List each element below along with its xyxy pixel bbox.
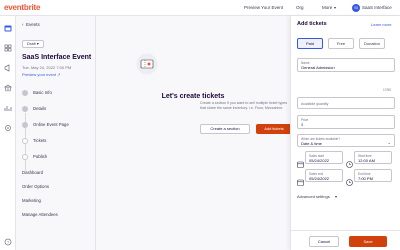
add-tickets-panel: Add tickets Learn more Paid Free Donatio…	[290, 16, 400, 250]
empty-state-description: Create a section if you want to sell mul…	[200, 101, 290, 111]
field-label: Sales start	[309, 153, 325, 158]
description-line: that share the same inventory. i.e. Floo…	[200, 106, 284, 110]
more-menu[interactable]: More	[322, 5, 332, 10]
nav-manage-attendees[interactable]: Manage Attendees	[22, 212, 58, 217]
eventbrite-logo[interactable]: eventbrite	[4, 3, 40, 12]
help-icon[interactable]: ?	[4, 238, 12, 246]
chevron-left-icon: ‹	[22, 22, 24, 27]
megaphone-icon[interactable]	[4, 64, 12, 72]
end-time-field[interactable]: End time 7:00 PM	[354, 169, 392, 182]
step-status-icon	[22, 90, 28, 96]
field-value: 05/24/2022	[309, 176, 330, 181]
step-tickets[interactable]: Tickets	[22, 138, 46, 144]
step-details[interactable]: Details	[22, 106, 46, 112]
step-label: Publish	[33, 154, 48, 160]
icon-rail: ?	[0, 16, 16, 250]
availability-select[interactable]: When are tickets available? Date & time …	[297, 134, 395, 147]
step-publish[interactable]: Publish	[22, 154, 47, 160]
step-status-icon	[22, 138, 28, 144]
ticket-type-donation[interactable]: Donation	[359, 38, 385, 49]
save-button[interactable]: Save	[349, 236, 387, 247]
calendar-icon	[297, 173, 304, 186]
status-dropdown[interactable]: Draft ▾	[22, 40, 44, 48]
ticket-name-field[interactable]: Name General Admission	[297, 58, 395, 72]
chevron-down-icon: ▾	[335, 194, 338, 199]
step-status-icon	[22, 154, 28, 160]
character-counter: 17/50	[383, 88, 391, 92]
field-value: 12:00 AM	[358, 158, 375, 163]
cancel-button[interactable]: Cancel	[309, 236, 339, 247]
grid-icon[interactable]	[4, 44, 12, 52]
ticket-type-paid[interactable]: Paid	[297, 38, 323, 49]
clock-icon	[346, 173, 353, 186]
field-value: 7:00 PM	[358, 176, 373, 181]
panel-title: Add tickets	[297, 21, 327, 27]
field-value: 05/24/2022	[309, 158, 330, 163]
learn-more-link[interactable]: Learn more	[371, 22, 391, 27]
event-sidebar: ‹ Events Draft ▾ SaaS Interface Event Tu…	[16, 16, 96, 250]
step-label: Basic Info	[33, 90, 52, 96]
bank-icon[interactable]	[4, 84, 12, 92]
chevron-down-icon: ▾	[334, 5, 337, 10]
step-status-icon	[22, 122, 28, 128]
user-name[interactable]: SaaS Interface	[362, 5, 392, 10]
step-online-event-page[interactable]: Online Event Page	[22, 122, 69, 128]
nav-marketing[interactable]: Marketing	[22, 198, 41, 203]
back-to-events-link[interactable]: ‹ Events	[22, 22, 40, 27]
step-status-icon	[22, 106, 28, 112]
price-field[interactable]: Price $	[297, 115, 395, 129]
settings-icon[interactable]	[4, 124, 12, 132]
sales-start-date-field[interactable]: Sales start 05/24/2022	[305, 151, 343, 164]
step-label: Online Event Page	[33, 122, 69, 128]
start-time-field[interactable]: Start time 12:00 AM	[354, 151, 392, 164]
chart-icon[interactable]	[4, 104, 12, 112]
step-label: Details	[33, 106, 47, 112]
preview-your-event-link[interactable]: Preview Your Event	[244, 5, 283, 10]
ticket-type-free[interactable]: Free	[328, 38, 354, 49]
nav-dashboard[interactable]: Dashboard	[22, 170, 43, 175]
avatar[interactable]: SI	[352, 4, 360, 12]
ticket-illustration-icon	[136, 53, 158, 75]
field-label: End time	[358, 171, 371, 176]
field-value: Date & time	[301, 141, 322, 146]
panel-footer: Cancel Save	[291, 230, 400, 250]
svg-text:?: ?	[7, 240, 10, 245]
preview-event-link[interactable]: Preview your event ↗	[22, 72, 61, 77]
event-date: Tue, May 24, 2022 7:00 PM	[22, 65, 72, 70]
external-link-icon: ↗	[57, 72, 61, 77]
field-label: Sales end	[309, 171, 324, 176]
calendar-icon	[297, 155, 304, 168]
create-section-button[interactable]: Create a section	[200, 124, 250, 134]
field-label: When are tickets available?	[301, 136, 340, 141]
advanced-settings-toggle[interactable]: Advanced settings	[297, 194, 330, 199]
org-link[interactable]: Org	[296, 5, 304, 10]
preview-event-label: Preview your event	[22, 72, 57, 77]
clock-icon	[346, 155, 353, 168]
sales-end-date-field[interactable]: Sales end 05/24/2022	[305, 169, 343, 182]
top-bar: eventbrite Preview Your Event Org More ▾…	[0, 0, 400, 16]
step-label: Tickets	[33, 138, 47, 144]
chevron-down-icon: ▾	[36, 41, 39, 46]
field-label: Start time	[358, 153, 372, 158]
add-tickets-button[interactable]: Add tickets	[256, 124, 292, 134]
event-title: SaaS Interface Event	[22, 54, 92, 61]
nav-order-options[interactable]: Order Options	[22, 184, 49, 189]
chevron-down-icon: ⌄	[387, 140, 391, 145]
field-value: General Admission	[301, 65, 335, 70]
status-label: Draft	[27, 41, 36, 46]
back-label: Events	[26, 22, 40, 27]
field-placeholder: $	[301, 122, 304, 127]
empty-state-title: Let's create tickets	[161, 93, 225, 100]
calendar-icon[interactable]	[4, 24, 12, 32]
available-quantity-field[interactable]: Available quantity	[297, 97, 395, 109]
field-placeholder: Available quantity	[301, 102, 329, 106]
step-basic-info[interactable]: Basic Info	[22, 90, 52, 96]
